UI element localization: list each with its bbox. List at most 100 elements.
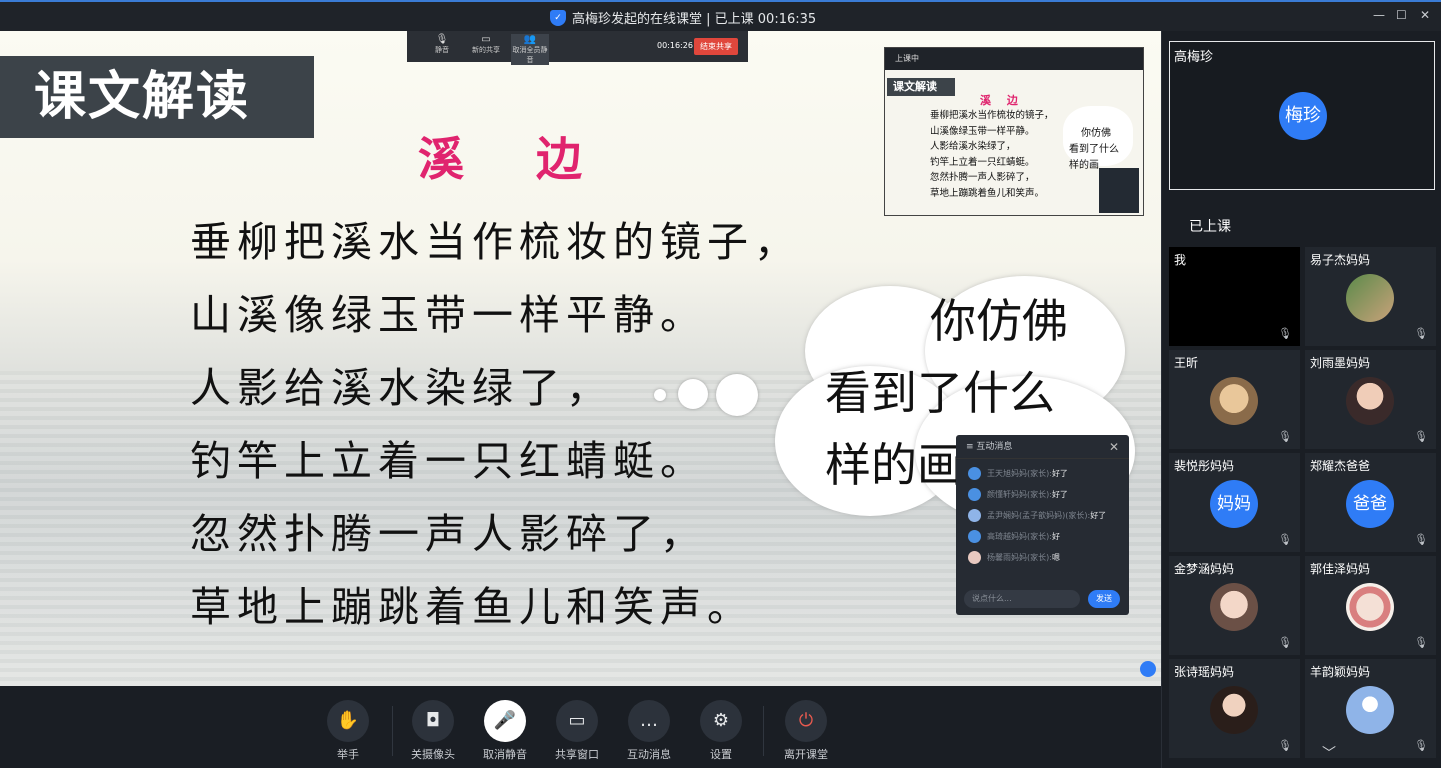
bottom-toolbar: ✋ 举手 ◘ 关摄像头 🎤 取消静音 ▭ 共享窗口 … 互动消息 ⚙ 设置 ⏻ 离开课堂 <box>0 686 1161 768</box>
chat-messages: 王天旭妈妈(家长):好了 颜懂轩妈妈(家长):好了 孟尹娴妈(孟子歆妈妈)(家长… <box>956 459 1129 568</box>
mic-off-icon: 🎙 <box>1414 739 1428 752</box>
chat-message: 王天旭妈妈(家长):好了 <box>956 463 1129 484</box>
participant-tile[interactable]: 刘雨墨妈妈 🎙 <box>1305 350 1436 449</box>
menu-icon[interactable]: ≡ <box>966 442 974 452</box>
leave-class-label: 离开课堂 <box>784 748 828 761</box>
end-share-button[interactable]: 结束共享 <box>694 38 738 55</box>
chat-header: ≡ 互动消息 ✕ <box>956 435 1129 459</box>
participant-tile[interactable]: 我 🎙 <box>1169 247 1300 346</box>
close-button[interactable]: ✕ <box>1420 8 1430 22</box>
unmute-button[interactable]: 🎤 取消静音 <box>469 700 541 762</box>
raise-hand-label: 举手 <box>337 748 359 761</box>
divider <box>763 706 764 756</box>
participant-name: 我 <box>1174 253 1187 267</box>
new-share-button[interactable]: ▭ 新的共享 <box>469 34 503 55</box>
poem-line: 草地上蹦跳着鱼儿和笑声。 <box>190 583 754 631</box>
shared-screen: 🎙 静音 ▭ 新的共享 👥 取消全员静音 00:16:26 结束共享 课文解读 溪 边… <box>0 31 1161 686</box>
thought-dot <box>678 379 708 409</box>
preview-header: 上课中 <box>885 48 1143 70</box>
power-icon: ⏻ <box>785 700 827 742</box>
unmute-all-button[interactable]: 👥 取消全员静音 <box>511 34 549 65</box>
mic-off-icon: 🎙 <box>1414 327 1428 340</box>
mute-label: 静音 <box>435 46 449 54</box>
avatar <box>1346 377 1394 425</box>
message-text: 好了 <box>1051 490 1068 499</box>
minimize-button[interactable]: — <box>1373 8 1385 22</box>
mic-off-icon: 🎙 <box>1414 430 1428 443</box>
chat-panel: ≡ 互动消息 ✕ 王天旭妈妈(家长):好了 颜懂轩妈妈(家长):好了 孟尹娴妈(… <box>956 435 1129 615</box>
participant-tile[interactable]: 易子杰妈妈 🎙 <box>1305 247 1436 346</box>
participant-name: 郭佳泽妈妈 <box>1310 562 1371 576</box>
participant-tile[interactable]: 郑耀杰爸爸 爸爸 🎙 <box>1305 453 1436 552</box>
avatar <box>1210 377 1258 425</box>
hand-icon: ✋ <box>327 700 369 742</box>
camera-icon: ◘ <box>412 700 454 742</box>
participant-tile[interactable]: 裴悦彤妈妈 妈妈 🎙 <box>1169 453 1300 552</box>
chat-label: 互动消息 <box>627 748 671 761</box>
window-title-text: 高梅珍发起的在线课堂 | 已上课 00:16:35 <box>572 12 817 27</box>
host-avatar: 梅珍 <box>1279 92 1327 140</box>
title-bar: ✓ 高梅珍发起的在线课堂 | 已上课 00:16:35 — ☐ ✕ <box>0 0 1441 31</box>
participant-tile[interactable]: 郭佳泽妈妈 🎙 <box>1305 556 1436 655</box>
message-sender: 杨馨雨妈妈(家长): <box>987 553 1052 562</box>
participant-name: 张诗瑶妈妈 <box>1174 665 1235 679</box>
thought-dot <box>716 374 758 416</box>
poem-line: 人影给溪水染绿了， <box>190 364 613 412</box>
message-text: 嗯 <box>1051 553 1060 562</box>
window-title: ✓ 高梅珍发起的在线课堂 | 已上课 00:16:35 <box>550 8 816 27</box>
preview-title: 溪 边 <box>980 94 1024 107</box>
divider <box>392 706 393 756</box>
send-button[interactable]: 发送 <box>1088 590 1120 608</box>
floating-icon[interactable] <box>1140 661 1156 677</box>
shield-icon: ✓ <box>550 9 566 26</box>
mic-off-icon: 🎙 <box>1278 739 1292 752</box>
participant-tile[interactable]: 金梦涵妈妈 🎙 <box>1169 556 1300 655</box>
participant-name: 郑耀杰爸爸 <box>1310 459 1371 473</box>
host-video[interactable]: 高梅珍 梅珍 <box>1169 41 1435 190</box>
close-icon[interactable]: ✕ <box>1109 435 1119 459</box>
chat-input[interactable]: 说点什么... <box>964 590 1080 608</box>
mute-button[interactable]: 🎙 静音 <box>425 34 459 55</box>
preview-line: 钓竿上立着一只红蜻蜓。 <box>930 156 1035 168</box>
unmute-label: 取消静音 <box>483 748 527 761</box>
cloud-line: 看到了什么 <box>825 366 1055 420</box>
leave-class-button[interactable]: ⏻ 离开课堂 <box>770 700 842 762</box>
chevron-down-icon[interactable]: ﹀ <box>1322 743 1336 763</box>
camera-off-label: 关摄像头 <box>411 748 455 761</box>
chat-button[interactable]: … 互动消息 <box>613 700 685 762</box>
mic-off-icon: 🎙 <box>1278 430 1292 443</box>
person-icon <box>1346 686 1394 734</box>
preview-label: 课文解读 <box>887 78 955 96</box>
thought-dot <box>654 389 666 401</box>
participant-tile[interactable]: 王昕 🎙 <box>1169 350 1300 449</box>
mic-icon: 🎙 <box>435 34 449 45</box>
poem-line: 山溪像绿玉带一样平静。 <box>190 291 707 339</box>
new-share-label: 新的共享 <box>472 46 500 54</box>
host-name: 高梅珍 <box>1174 50 1214 65</box>
raise-hand-button[interactable]: ✋ 举手 <box>312 700 384 762</box>
mic-off-icon: 🎙 <box>1278 533 1292 546</box>
chat-message: 杨馨雨妈妈(家长):嗯 <box>956 547 1129 568</box>
settings-button[interactable]: ⚙ 设置 <box>685 700 757 762</box>
preview-line: 人影给溪水染绿了， <box>930 141 1016 152</box>
chat-message: 高琦越妈妈(家长):好 <box>956 526 1129 547</box>
chat-title: 互动消息 <box>976 442 1013 452</box>
message-text: 好 <box>1051 532 1060 541</box>
avatar <box>1346 274 1394 322</box>
share-timer: 00:16:26 <box>657 41 693 50</box>
message-sender: 孟尹娴妈(孟子歆妈妈)(家长): <box>987 511 1091 520</box>
settings-label: 设置 <box>710 748 732 761</box>
chat-message: 颜懂轩妈妈(家长):好了 <box>956 484 1129 505</box>
preview-line: 山溪像绿玉带一样平静。 <box>930 125 1035 137</box>
participant-tile[interactable]: 张诗瑶妈妈 🎙 <box>1169 659 1300 758</box>
maximize-button[interactable]: ☐ <box>1396 8 1407 22</box>
poem-line: 忽然扑腾一声人影碎了， <box>190 510 707 558</box>
avatar: 妈妈 <box>1210 480 1258 528</box>
participant-name: 刘雨墨妈妈 <box>1310 356 1371 370</box>
participant-name: 裴悦彤妈妈 <box>1174 459 1235 473</box>
message-sender: 颜懂轩妈妈(家长): <box>987 490 1052 499</box>
camera-off-button[interactable]: ◘ 关摄像头 <box>397 700 469 762</box>
poem-line: 钓竿上立着一只红蜻蜓。 <box>190 437 707 485</box>
screen-preview[interactable]: 上课中 课文解读 溪 边 垂柳把溪水当作梳妆的镜子， 山溪像绿玉带一样平静。 人… <box>884 47 1144 216</box>
share-window-button[interactable]: ▭ 共享窗口 <box>541 700 613 762</box>
